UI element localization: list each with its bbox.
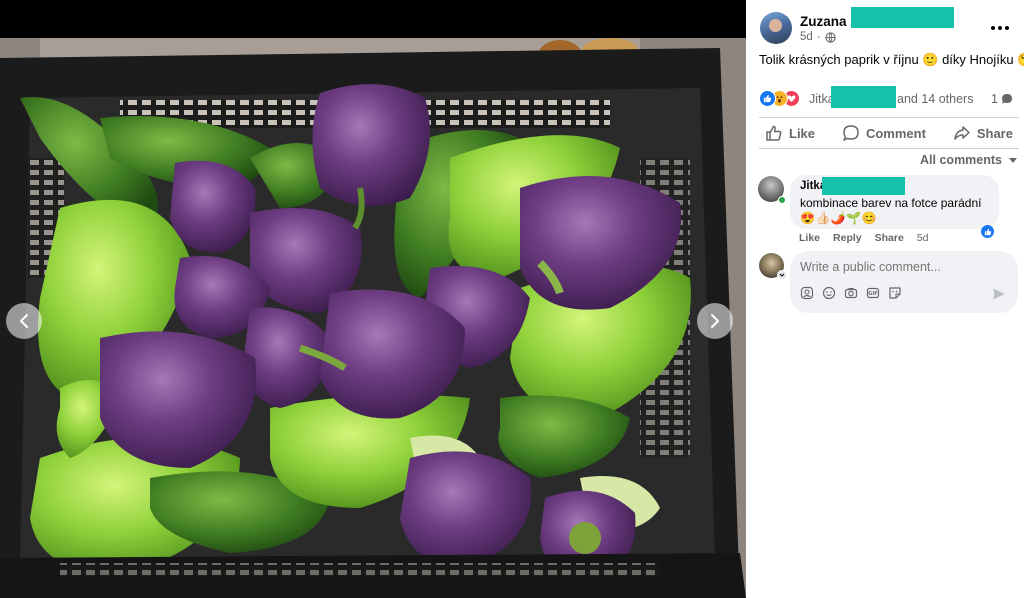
comment-emoji-text: 😍👍🏻🌶️🌱😊 [800, 211, 878, 225]
share-icon [954, 126, 970, 140]
emoji-icon[interactable] [822, 286, 836, 300]
post-action-bar: Like Comment Share [759, 118, 1019, 148]
comment-input[interactable] [800, 258, 1000, 276]
comment-sort-label: All comments [920, 153, 1002, 167]
comment-label: Comment [865, 125, 926, 141]
comment-sort-dropdown[interactable]: All comments [920, 153, 1018, 167]
comment-bubble: Jitka kombinace barev na fotce parádní 😍… [790, 175, 999, 229]
comment-reply-button[interactable]: Reply [833, 232, 862, 244]
author-avatar[interactable] [760, 12, 792, 44]
divider [759, 148, 1019, 149]
globe-icon [825, 31, 836, 43]
comment-like-reaction-icon[interactable] [980, 224, 995, 239]
post-header: Zuzana 5d · [760, 7, 1018, 48]
more-dot-icon [991, 26, 996, 30]
chevron-down-icon[interactable] [777, 270, 787, 280]
comment-count[interactable]: 1 [991, 92, 1013, 106]
author-name-redaction [851, 7, 954, 28]
chevron-left-icon [20, 314, 28, 328]
next-photo-button[interactable] [697, 303, 733, 339]
post-text: Tolik krásných paprik v říjnu 🙂 díky Hno… [759, 52, 1024, 67]
avatar-sticker-icon[interactable] [800, 286, 814, 300]
comment-time[interactable]: 5d [917, 232, 929, 244]
reactions-summary[interactable]: Jitka and 14 others 1 [759, 86, 1021, 109]
comment-bubble-icon [1002, 94, 1012, 104]
online-status-indicator [778, 196, 786, 204]
share-button[interactable]: Share [947, 118, 1019, 148]
comment-author-redaction [822, 177, 905, 195]
svg-text:GIF: GIF [868, 291, 877, 297]
comment-actions: Like Reply Share 5d [799, 232, 928, 244]
send-icon[interactable] [992, 287, 1006, 301]
like-button[interactable]: Like [759, 118, 821, 148]
comment-like-button[interactable]: Like [799, 232, 820, 244]
reactor-name-redaction [831, 86, 896, 108]
reaction-icons [759, 90, 800, 107]
sticker-icon[interactable] [888, 286, 902, 300]
thumbs-up-icon [766, 125, 782, 141]
comment-text: kombinace barev na fotce parádní [800, 196, 982, 210]
photo-viewer [0, 0, 746, 598]
post-time[interactable]: 5d [800, 31, 813, 43]
caret-down-icon [1009, 158, 1017, 163]
post-side-panel: Zuzana 5d · Tolik krásných paprik v říjn… [746, 0, 1024, 598]
like-reaction-icon [759, 90, 776, 107]
comment-composer: GIF [790, 251, 1018, 313]
post-photo[interactable] [0, 38, 746, 598]
comment-count-number: 1 [991, 92, 998, 106]
author-name[interactable]: Zuzana [800, 14, 847, 29]
comment-icon [843, 125, 859, 142]
reactor-others-count[interactable]: and 14 others [897, 92, 973, 106]
comment-button[interactable]: Comment [836, 118, 932, 148]
previous-photo-button[interactable] [6, 303, 42, 339]
camera-icon[interactable] [844, 286, 858, 300]
gif-icon[interactable]: GIF [866, 286, 880, 300]
composer-toolbar: GIF [800, 286, 902, 300]
post-meta: 5d · [800, 31, 836, 43]
share-label: Share [976, 125, 1013, 141]
comment-share-button[interactable]: Share [875, 232, 904, 244]
facebook-photo-theater: Zuzana 5d · Tolik krásných paprik v říjn… [0, 0, 1024, 598]
like-label: Like [789, 125, 816, 141]
chevron-right-icon [711, 314, 719, 328]
more-options-button[interactable] [988, 16, 1012, 40]
peppers-in-crate-image [0, 38, 746, 598]
